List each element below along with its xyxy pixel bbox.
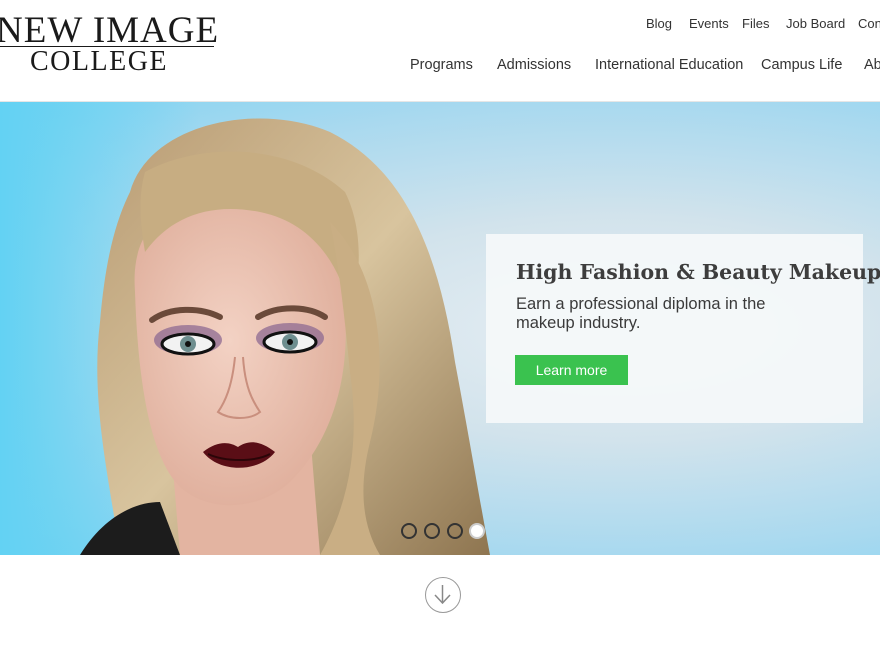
scroll-down-button[interactable] <box>425 577 461 613</box>
nav-item-about[interactable]: Ab <box>864 57 880 73</box>
slide-dot-1[interactable] <box>401 523 417 539</box>
logo-line-1: NEW IMAGE <box>0 10 220 51</box>
utility-link-job-board[interactable]: Job Board <box>786 16 845 31</box>
slide-dot-2[interactable] <box>424 523 440 539</box>
hero-slider: High Fashion & Beauty Makeup Earn a prof… <box>0 102 880 555</box>
utility-link-blog[interactable]: Blog <box>646 16 672 31</box>
slide-subtitle: Earn a professional diploma in the makeu… <box>516 295 766 332</box>
slide-caption: High Fashion & Beauty Makeup Earn a prof… <box>486 234 880 423</box>
utility-link-contact[interactable]: Con <box>858 16 880 31</box>
nav-item-campus-life[interactable]: Campus Life <box>761 57 842 73</box>
utility-link-events[interactable]: Events <box>689 16 729 31</box>
college-logo[interactable]: NEW IMAGE COLLEGE <box>0 12 218 77</box>
site-header: NEW IMAGE COLLEGE Blog Events Files Job … <box>0 0 880 102</box>
model-portrait <box>80 118 491 555</box>
slide-title: High Fashion & Beauty Makeup <box>516 260 880 284</box>
learn-more-button[interactable]: Learn more <box>515 355 628 385</box>
logo-line-2: COLLEGE <box>30 46 169 77</box>
utility-link-files[interactable]: Files <box>742 16 769 31</box>
slide-dot-4[interactable] <box>469 523 485 539</box>
arrow-down-circle-icon <box>434 585 451 605</box>
slide-dot-3[interactable] <box>447 523 463 539</box>
nav-item-programs[interactable]: Programs <box>410 57 473 73</box>
nav-item-international-education[interactable]: International Education <box>595 57 743 73</box>
nav-item-admissions[interactable]: Admissions <box>497 57 571 73</box>
